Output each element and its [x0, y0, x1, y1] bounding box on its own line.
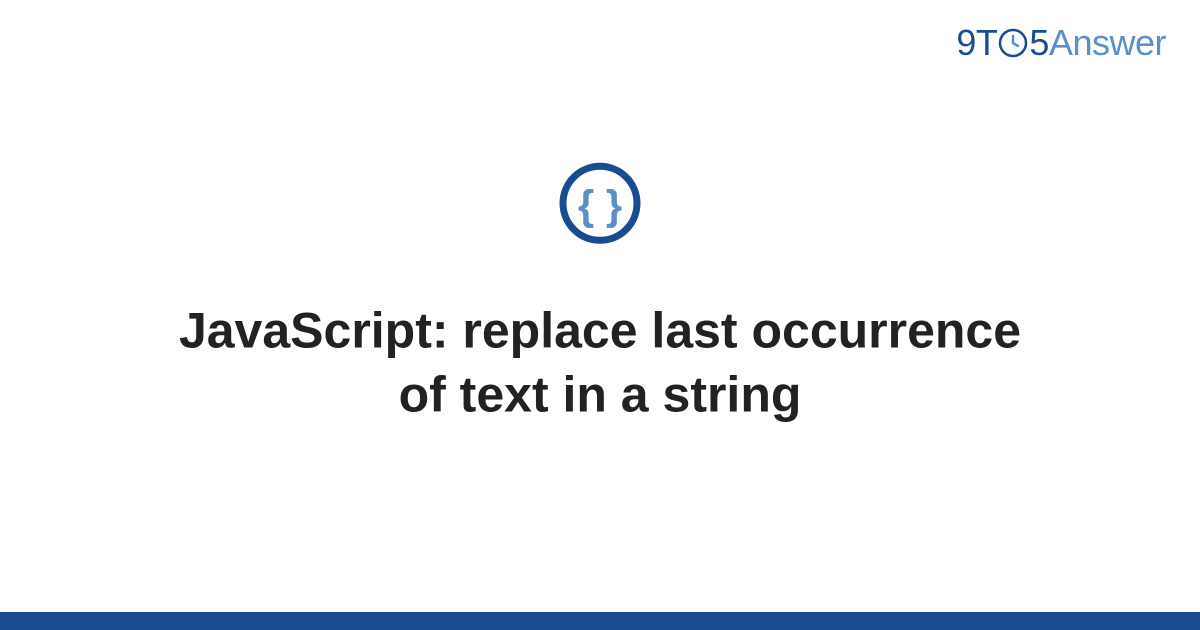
- logo-text-5: 5: [1029, 22, 1049, 64]
- logo-text-9t: 9T: [956, 22, 997, 64]
- clock-icon: [998, 28, 1028, 58]
- braces-icon: { }: [558, 161, 642, 250]
- page-title: JavaScript: replace last occurrence of t…: [150, 298, 1050, 426]
- svg-text:{ }: { }: [578, 181, 622, 228]
- bottom-accent-bar: [0, 612, 1200, 630]
- main-content: { } JavaScript: replace last occurrence …: [0, 161, 1200, 426]
- logo-text-answer: Answer: [1049, 22, 1166, 64]
- site-logo: 9T 5 Answer: [956, 22, 1166, 64]
